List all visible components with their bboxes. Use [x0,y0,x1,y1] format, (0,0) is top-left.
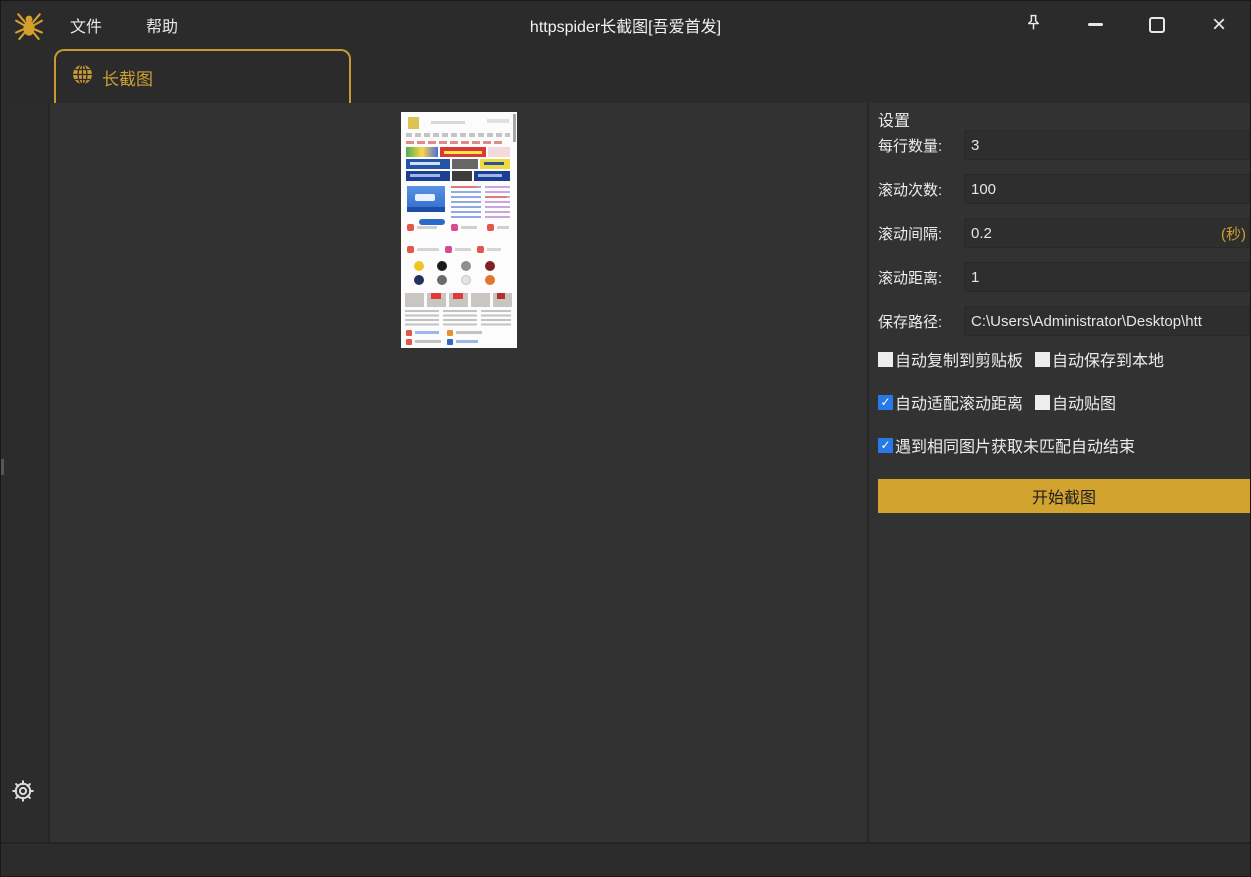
settings-panel: 设置 每行数量: 滚动次数: 滚动间隔: (秒) 滚动距离: 保存路径: [867,103,1250,842]
capture-preview-area [50,103,867,842]
pin-icon [1025,14,1042,36]
left-sidebar [1,103,50,842]
settings-gear-button[interactable] [11,779,35,808]
menu-bar: 文件 帮助 [70,13,178,37]
close-icon: × [1212,13,1226,37]
window-controls: × [1002,1,1250,48]
save-path-input[interactable] [964,306,1250,336]
scroll-count-input[interactable] [964,174,1250,204]
checkbox-row-3: 遇到相同图片获取未匹配自动结束 [878,436,1250,454]
checkbox-auto-fit-scroll-distance[interactable]: 自动适配滚动距离 [878,390,1023,414]
menu-file[interactable]: 文件 [70,13,102,37]
field-row-scroll-distance: 滚动距离: [878,262,1250,292]
checkbox-icon [1035,352,1050,367]
checkbox-icon [878,352,893,367]
app-window: 文件 帮助 httpspider长截图[吾爱首发] [0,0,1251,877]
checkbox-row-1: 自动复制到剪贴板 自动保存到本地 [878,350,1250,368]
status-bar [1,842,1250,876]
tab-long-screenshot[interactable]: 长截图 [54,49,351,103]
save-path-label: 保存路径: [878,311,964,332]
checkbox-icon [1035,395,1050,410]
menu-help[interactable]: 帮助 [146,13,178,37]
scroll-interval-input[interactable] [964,218,1250,248]
maximize-icon [1149,17,1165,33]
checkbox-label: 自动适配滚动距离 [895,390,1023,414]
left-edge-scroll-mark [1,459,4,475]
title-bar: 文件 帮助 httpspider长截图[吾爱首发] [1,1,1250,48]
field-row-per-line-count: 每行数量: [878,130,1250,160]
scroll-interval-label: 滚动间隔: [878,223,964,244]
minimize-icon [1088,23,1103,26]
checkbox-auto-copy-clipboard[interactable]: 自动复制到剪贴板 [878,347,1023,371]
checkbox-label: 遇到相同图片获取未匹配自动结束 [895,433,1135,457]
minimize-button[interactable] [1064,1,1126,48]
checkbox-icon [878,438,893,453]
close-button[interactable]: × [1188,1,1250,48]
checkbox-label: 自动保存到本地 [1052,347,1164,371]
scroll-count-label: 滚动次数: [878,179,964,200]
checkbox-label: 自动贴图 [1052,390,1116,414]
per-line-count-label: 每行数量: [878,135,964,156]
settings-header: 设置 [878,107,1250,130]
globe-icon [72,64,93,90]
window-title: httpspider长截图[吾爱首发] [530,13,721,37]
checkbox-label: 自动复制到剪贴板 [895,347,1023,371]
start-capture-button[interactable]: 开始截图 [878,479,1250,513]
maximize-button[interactable] [1126,1,1188,48]
pin-button[interactable] [1002,1,1064,48]
checkbox-stop-on-duplicate-image[interactable]: 遇到相同图片获取未匹配自动结束 [878,433,1135,457]
tab-label: 长截图 [102,65,153,90]
checkbox-icon [878,395,893,410]
field-row-scroll-interval: 滚动间隔: (秒) [878,218,1250,248]
checkbox-auto-paste-image[interactable]: 自动贴图 [1035,390,1116,414]
body: 设置 每行数量: 滚动次数: 滚动间隔: (秒) 滚动距离: 保存路径: [1,103,1250,842]
checkbox-auto-save-local[interactable]: 自动保存到本地 [1035,347,1164,371]
scroll-distance-label: 滚动距离: [878,267,964,288]
webpage-screenshot-thumbnail[interactable] [401,112,517,348]
tab-bar: 长截图 [1,48,1250,103]
scroll-distance-input[interactable] [964,262,1250,292]
field-row-scroll-count: 滚动次数: [878,174,1250,204]
spider-app-icon [14,10,44,40]
field-row-save-path: 保存路径: [878,306,1250,336]
per-line-count-input[interactable] [964,130,1250,160]
scroll-interval-unit-label: (秒) [1221,223,1246,244]
checkbox-row-2: 自动适配滚动距离 自动贴图 [878,393,1250,411]
